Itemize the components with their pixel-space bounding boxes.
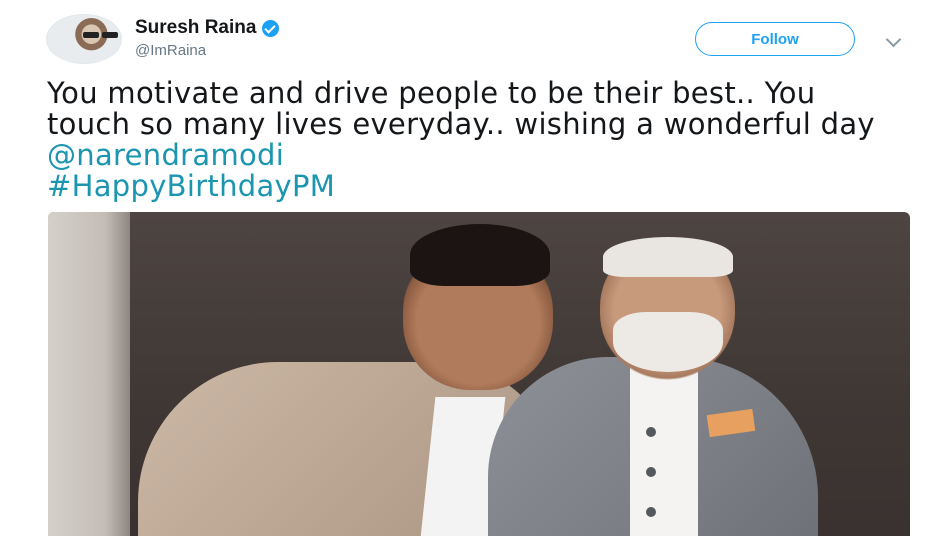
- tweet-text: You motivate and drive people to be thei…: [47, 78, 907, 202]
- photo-person1-hair: [410, 224, 550, 286]
- mention-link[interactable]: @narendramodi: [47, 138, 284, 172]
- photo-vest-button: [646, 427, 656, 437]
- tweet-photo[interactable]: [48, 212, 910, 536]
- photo-vest-button: [646, 507, 656, 517]
- chevron-down-icon[interactable]: [885, 31, 902, 48]
- sunglasses-right: [102, 32, 118, 38]
- user-name-row[interactable]: Suresh Raina: [135, 17, 280, 39]
- user-name[interactable]: Suresh Raina: [135, 17, 256, 39]
- verified-badge-icon: [262, 19, 280, 37]
- photo-vest-button: [646, 467, 656, 477]
- photo-wall: [48, 212, 130, 536]
- sunglasses-left: [83, 32, 99, 38]
- user-handle[interactable]: @ImRaina: [135, 42, 206, 59]
- avatar[interactable]: [46, 14, 122, 64]
- photo-person2-beard: [613, 312, 723, 372]
- follow-button[interactable]: Follow: [695, 22, 855, 56]
- hashtag-link[interactable]: #HappyBirthdayPM: [47, 169, 335, 203]
- photo-person2-collar: [630, 362, 698, 536]
- photo-person2-hair: [603, 237, 733, 277]
- tweet-body: You motivate and drive people to be thei…: [47, 76, 875, 141]
